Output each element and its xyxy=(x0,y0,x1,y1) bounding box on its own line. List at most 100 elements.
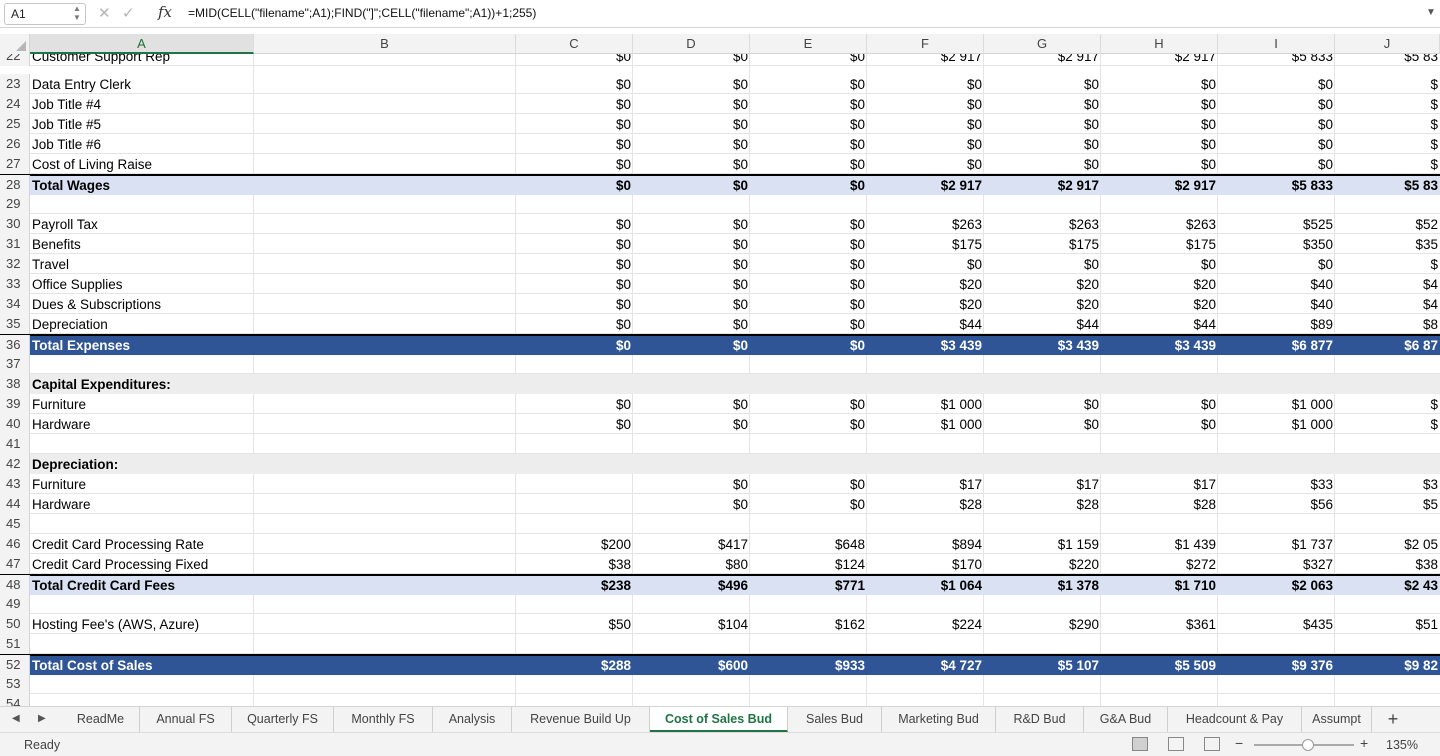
cell-d[interactable]: $0 xyxy=(633,474,750,494)
cell-e[interactable]: $0 xyxy=(750,234,867,254)
cell-c[interactable] xyxy=(516,674,633,694)
cell-h[interactable] xyxy=(1101,434,1218,454)
cell-h[interactable] xyxy=(1101,594,1218,614)
cell-c[interactable]: $0 xyxy=(516,394,633,414)
column-header-a[interactable]: A xyxy=(30,34,254,54)
row-label-cell[interactable] xyxy=(30,514,254,534)
column-header-h[interactable]: H xyxy=(1101,34,1218,54)
column-header-d[interactable]: D xyxy=(633,34,750,54)
row-header[interactable]: 36 xyxy=(0,335,30,355)
cell-f[interactable] xyxy=(867,454,984,474)
cell-e[interactable]: $0 xyxy=(750,494,867,514)
cell-f[interactable]: $44 xyxy=(867,314,984,334)
cell-g[interactable] xyxy=(984,434,1101,454)
cell-e[interactable] xyxy=(750,434,867,454)
cell-j[interactable]: $ xyxy=(1335,94,1440,114)
cell-i[interactable]: $40 xyxy=(1218,274,1335,294)
cell-e[interactable] xyxy=(750,694,867,706)
cell-j[interactable]: $6 87 xyxy=(1335,335,1440,355)
cell-d[interactable]: $600 xyxy=(633,655,750,675)
cell-f[interactable]: $1 064 xyxy=(867,575,984,595)
row-header[interactable]: 26 xyxy=(0,134,30,154)
cell-h[interactable] xyxy=(1101,354,1218,374)
cell-d[interactable]: $0 xyxy=(633,254,750,274)
cell-d[interactable] xyxy=(633,194,750,214)
cell-i[interactable]: $0 xyxy=(1218,134,1335,154)
row-header[interactable]: 29 xyxy=(0,194,30,214)
cell-c[interactable]: $50 xyxy=(516,614,633,634)
cell-f[interactable]: $0 xyxy=(867,134,984,154)
cell-g[interactable]: $44 xyxy=(984,314,1101,334)
cell-h[interactable]: $0 xyxy=(1101,114,1218,134)
cell-h[interactable] xyxy=(1101,514,1218,534)
row-header[interactable]: 34 xyxy=(0,294,30,314)
cell-g[interactable]: $0 xyxy=(984,254,1101,274)
row-label-cell[interactable]: Furniture xyxy=(30,474,254,494)
cell-c[interactable] xyxy=(516,374,633,394)
cell-f[interactable] xyxy=(867,434,984,454)
cell-g[interactable]: $17 xyxy=(984,474,1101,494)
cell-h[interactable]: $175 xyxy=(1101,234,1218,254)
cell-g[interactable]: $1 159 xyxy=(984,534,1101,554)
cell-g[interactable]: $2 917 xyxy=(984,175,1101,195)
cell-j[interactable]: $ xyxy=(1335,134,1440,154)
cell-f[interactable]: $0 xyxy=(867,254,984,274)
cell-e[interactable]: $0 xyxy=(750,254,867,274)
cell-c[interactable]: $288 xyxy=(516,655,633,675)
cell-i[interactable] xyxy=(1218,634,1335,654)
row-header[interactable]: 54 xyxy=(0,694,30,706)
cell-j[interactable] xyxy=(1335,694,1440,706)
row-label-cell[interactable] xyxy=(30,354,254,374)
page-layout-view-icon[interactable] xyxy=(1168,737,1184,751)
cell-h[interactable] xyxy=(1101,634,1218,654)
cell-i[interactable]: $0 xyxy=(1218,74,1335,94)
row-header[interactable]: 33 xyxy=(0,274,30,294)
cell-j[interactable]: $2 05 xyxy=(1335,534,1440,554)
cell-h[interactable] xyxy=(1101,194,1218,214)
row-header[interactable]: 27 xyxy=(0,154,30,174)
cell-e[interactable]: $0 xyxy=(750,154,867,174)
row-label-cell[interactable]: Benefits xyxy=(30,234,254,254)
cell-e[interactable] xyxy=(750,634,867,654)
cell-h[interactable]: $28 xyxy=(1101,494,1218,514)
cell-f[interactable]: $1 000 xyxy=(867,394,984,414)
cell-d[interactable]: $104 xyxy=(633,614,750,634)
cell-d[interactable]: $0 xyxy=(633,134,750,154)
cell-g[interactable]: $1 378 xyxy=(984,575,1101,595)
row-header[interactable]: 47 xyxy=(0,554,30,574)
column-header-e[interactable]: E xyxy=(750,34,867,54)
sheet-tab[interactable]: Cost of Sales Bud xyxy=(650,707,788,732)
cell-d[interactable]: $0 xyxy=(633,494,750,514)
sheet-tab[interactable]: Revenue Build Up xyxy=(512,707,650,732)
row-header[interactable]: 22 xyxy=(0,54,30,66)
sheet-tab[interactable]: Quarterly FS xyxy=(232,707,334,732)
row-header[interactable]: 25 xyxy=(0,114,30,134)
cell-h[interactable]: $0 xyxy=(1101,74,1218,94)
cell-i[interactable]: $0 xyxy=(1218,154,1335,174)
cell-g[interactable]: $28 xyxy=(984,494,1101,514)
cell-c[interactable]: $0 xyxy=(516,74,633,94)
cell-c[interactable]: $38 xyxy=(516,554,633,574)
cell-d[interactable]: $0 xyxy=(633,74,750,94)
cell-f[interactable] xyxy=(867,514,984,534)
cell-i[interactable]: $33 xyxy=(1218,474,1335,494)
cell-c[interactable]: $0 xyxy=(516,294,633,314)
cell-j[interactable]: $5 xyxy=(1335,494,1440,514)
row-header[interactable]: 43 xyxy=(0,474,30,494)
cell-i[interactable]: $0 xyxy=(1218,254,1335,274)
cell-h[interactable]: $0 xyxy=(1101,254,1218,274)
row-header[interactable]: 37 xyxy=(0,354,30,374)
row-label-cell[interactable]: Payroll Tax xyxy=(30,214,254,234)
cell-g[interactable] xyxy=(984,634,1101,654)
cell-g[interactable]: $175 xyxy=(984,234,1101,254)
cell-j[interactable]: $3 xyxy=(1335,474,1440,494)
row-label-cell[interactable]: Office Supplies xyxy=(30,274,254,294)
cell-d[interactable] xyxy=(633,354,750,374)
formula-input[interactable]: =MID(CELL("filename";A1);FIND("]";CELL("… xyxy=(188,6,536,20)
cell-e[interactable]: $933 xyxy=(750,655,867,675)
row-label-cell[interactable] xyxy=(30,694,254,706)
cell-e[interactable] xyxy=(750,594,867,614)
cell-g[interactable] xyxy=(984,454,1101,474)
column-header-g[interactable]: G xyxy=(984,34,1101,54)
cell-j[interactable]: $ xyxy=(1335,154,1440,174)
